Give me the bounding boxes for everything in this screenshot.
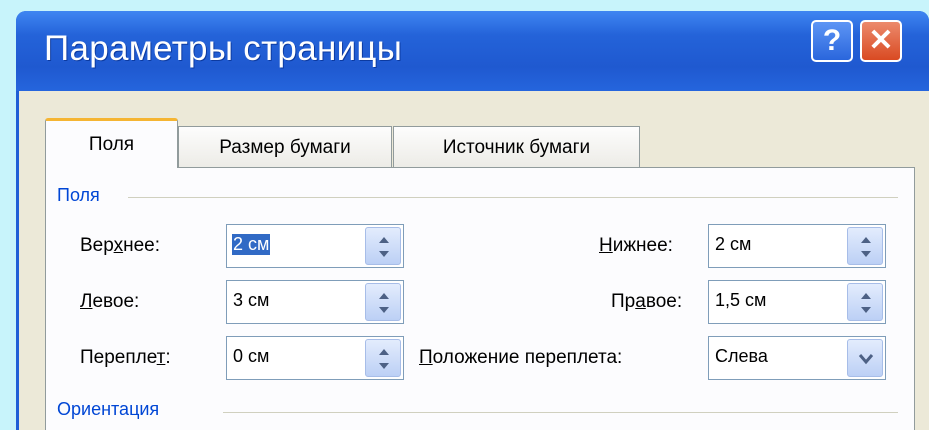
bottom-margin-label: Нижнее: [599,235,673,256]
up-down-arrows-icon [861,293,871,313]
gutter-label: Переплет: [80,347,171,368]
bottom-margin-spinner[interactable]: 2 см [708,224,886,268]
up-down-arrows-icon [379,237,389,257]
help-button[interactable]: ? [811,20,853,62]
left-margin-value[interactable]: 3 см [233,290,269,311]
dialog-body: Поля Размер бумаги Источник бумаги Поля … [19,91,929,430]
up-down-arrows-icon [379,349,389,369]
left-margin-label: Левое: [80,291,140,312]
top-margin-label: Верхнее: [80,235,160,256]
right-margin-label: Правое: [611,291,683,312]
chevron-down-icon [858,354,874,365]
gutter-spinner[interactable]: 0 см [226,336,404,380]
tab-margins[interactable]: Поля [45,118,178,168]
gutter-value[interactable]: 0 см [233,346,269,367]
bottom-margin-value[interactable]: 2 см [715,234,751,255]
orientation-group-divider [223,412,898,413]
title-bar[interactable]: Параметры страницы ? ✕ [16,11,929,91]
margins-group-divider [128,197,898,198]
orientation-group-label: Ориентация [57,399,160,419]
bottom-margin-spin-button[interactable] [847,227,883,265]
up-down-arrows-icon [379,293,389,313]
top-margin-spin-button[interactable] [365,227,401,265]
close-button[interactable]: ✕ [860,20,902,62]
gutter-position-value[interactable]: Слева [715,346,768,367]
tab-paper-source[interactable]: Источник бумаги [393,126,640,168]
gutter-position-label: Положение переплета: [419,347,623,368]
up-down-arrows-icon [861,237,871,257]
margins-panel: Поля Верхнее: 2 см Нижнее: 2 см Левое: 3… [45,167,915,430]
right-margin-value[interactable]: 1,5 см [715,290,766,311]
left-margin-spin-button[interactable] [365,283,401,321]
left-margin-spinner[interactable]: 3 см [226,280,404,324]
top-margin-spinner[interactable]: 2 см [226,224,404,268]
right-margin-spinner[interactable]: 1,5 см [708,280,886,324]
gutter-position-select[interactable]: Слева [708,336,886,380]
margins-group-label: Поля [57,185,100,205]
tab-paper-size[interactable]: Размер бумаги [178,126,392,168]
gutter-spin-button[interactable] [365,339,401,377]
dialog-title: Параметры страницы [44,29,403,68]
gutter-position-dropdown-button[interactable] [847,339,883,377]
right-margin-spin-button[interactable] [847,283,883,321]
page-setup-dialog: Параметры страницы ? ✕ Поля Размер бумаг… [16,11,929,430]
top-margin-value[interactable]: 2 см [232,234,271,255]
